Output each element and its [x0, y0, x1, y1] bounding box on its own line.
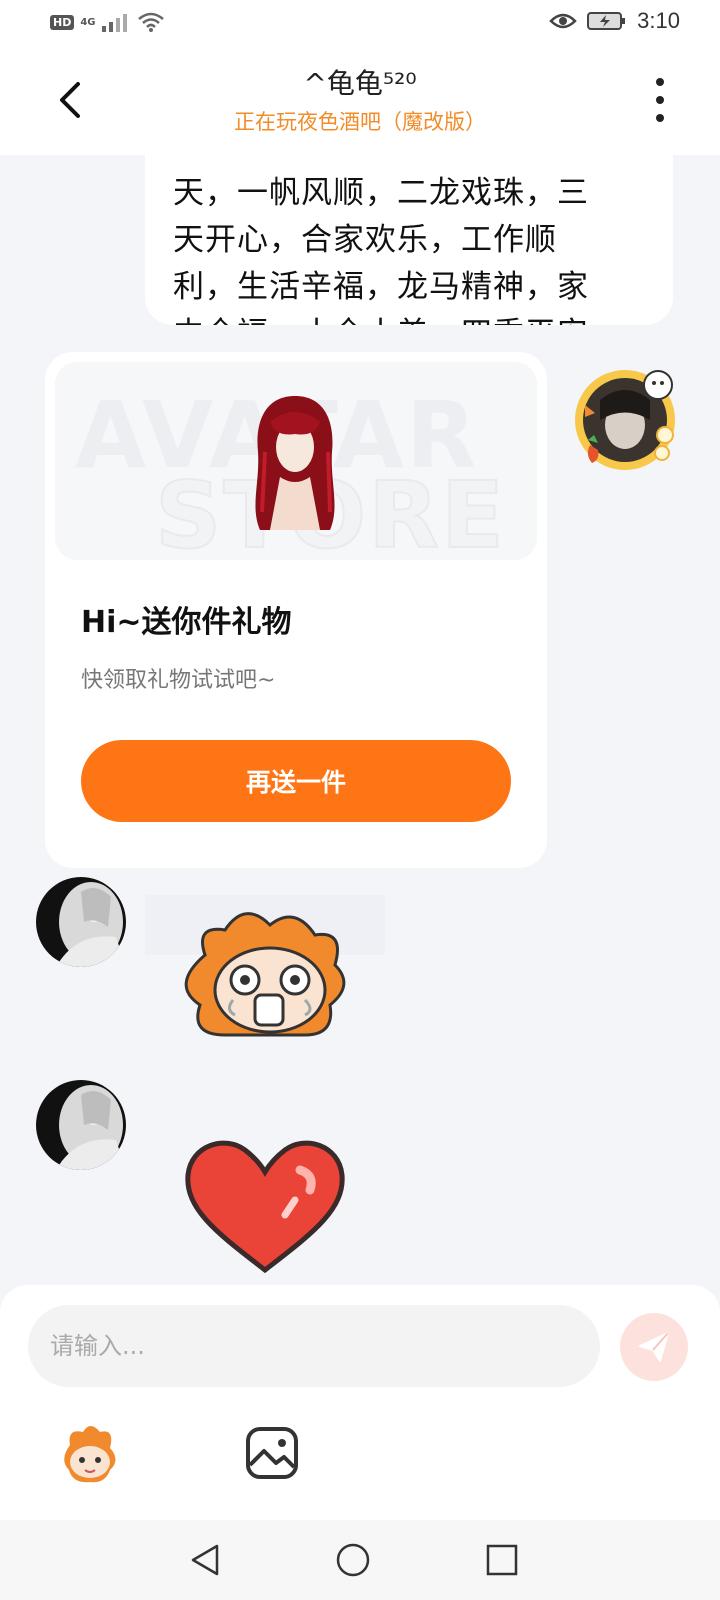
- more-options-button[interactable]: [650, 78, 670, 122]
- heart-sticker[interactable]: [180, 1130, 350, 1280]
- hd-badge: HD: [50, 14, 75, 30]
- chat-header: ^龟龟⁵²⁰ 正在玩夜色酒吧（魔改版）: [0, 50, 720, 155]
- battery-icon: [587, 12, 626, 30]
- wifi-icon: [137, 12, 164, 32]
- message-line: 中全福，十全十美，四季平安: [173, 311, 645, 325]
- network-type: 4G: [80, 16, 96, 28]
- paper-plane-icon: [639, 1332, 669, 1362]
- chat-title: ^龟龟⁵²⁰: [303, 67, 417, 100]
- sticker-picker-icon[interactable]: [55, 1420, 125, 1490]
- gift-card-message[interactable]: AVATAR STORE Hi~送你件礼物 快领取礼物试试吧~ 再送一件: [45, 352, 547, 868]
- message-input[interactable]: [28, 1305, 600, 1387]
- triangle-back-icon: [191, 1544, 219, 1576]
- signal-icon: [101, 14, 127, 32]
- contact-avatar[interactable]: [36, 877, 126, 967]
- shocked-character-sticker[interactable]: [145, 895, 395, 1075]
- dot: [656, 114, 664, 122]
- status-bar: HD 4G 3:10: [0, 0, 720, 50]
- gift-title: Hi~送你件礼物: [81, 605, 292, 640]
- status-left: HD 4G: [50, 12, 164, 32]
- gift-preview-image: AVATAR STORE: [55, 362, 537, 560]
- send-another-gift-button[interactable]: 再送一件: [81, 740, 511, 822]
- nav-home-button[interactable]: [333, 1540, 373, 1580]
- image-picker-icon[interactable]: [244, 1425, 300, 1481]
- chat-status-subtitle[interactable]: 正在玩夜色酒吧（魔改版）: [0, 106, 720, 136]
- contact-avatar-image: [36, 1080, 126, 1170]
- eye-icon: [549, 13, 577, 29]
- system-navigation-bar: [0, 1520, 720, 1600]
- send-button[interactable]: [620, 1313, 688, 1381]
- status-right: 3:10: [549, 8, 680, 34]
- nav-back-button[interactable]: [185, 1540, 225, 1580]
- status-time: 3:10: [637, 8, 680, 33]
- dot: [656, 78, 664, 86]
- square-recents-icon: [486, 1544, 518, 1576]
- message-line: 天，一帆风顺，二龙戏珠，三: [173, 175, 589, 211]
- contact-avatar-image: [36, 877, 126, 967]
- gift-avatar-figure: [255, 396, 335, 530]
- dot: [656, 96, 664, 104]
- text-message-bubble[interactable]: 天，一帆风顺，二龙戏珠，三 天开心，合家欢乐，工作顺 利，生活辛福，龙马精神，家…: [145, 130, 673, 325]
- message-input-panel: [0, 1285, 720, 1520]
- message-line: 利，生活辛福，龙马精神，家: [173, 269, 589, 305]
- message-line: 天开心，合家欢乐，工作顺: [173, 222, 557, 258]
- contact-avatar[interactable]: [36, 1080, 126, 1170]
- circle-home-icon: [336, 1543, 370, 1577]
- gift-subtitle: 快领取礼物试试吧~: [81, 668, 276, 693]
- my-avatar[interactable]: [570, 365, 680, 475]
- nav-recents-button[interactable]: [482, 1540, 522, 1580]
